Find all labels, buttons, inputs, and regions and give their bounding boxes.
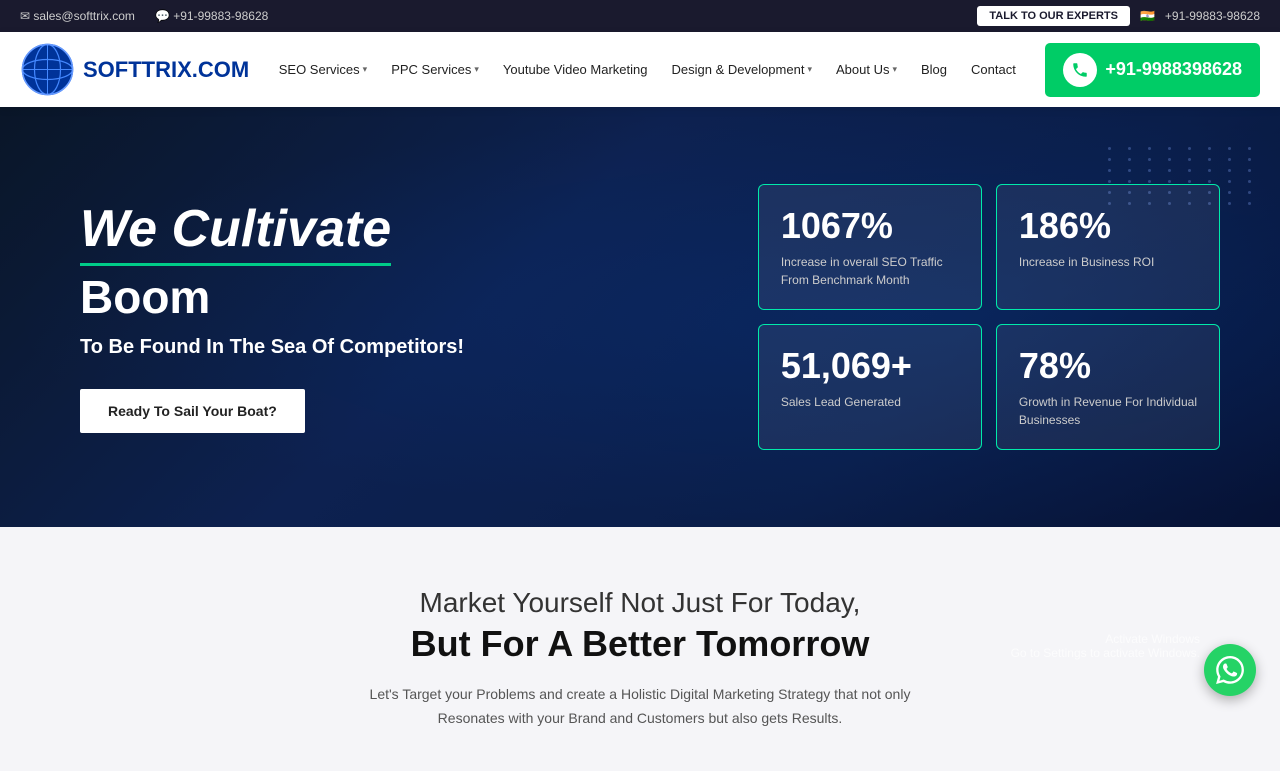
below-hero-section: Market Yourself Not Just For Today, But …: [0, 527, 1280, 771]
logo-text: SOFTTRIX.COM: [83, 57, 249, 83]
below-title-bold: But For A Better Tomorrow: [40, 623, 1240, 665]
hero-title-boom: Boom: [80, 270, 718, 324]
chevron-down-icon: ▾: [807, 64, 812, 75]
top-bar: ✉ sales@softtrix.com 💬 +91-99883-98628 T…: [0, 0, 1280, 32]
stat-card-leads: 51,069+ Sales Lead Generated: [758, 324, 982, 450]
hero-section: We Cultivate Boom To Be Found In The Sea…: [0, 107, 1280, 527]
hero-subtitle: To Be Found In The Sea Of Competitors!: [80, 336, 718, 359]
logo-globe-icon: [20, 42, 75, 97]
flag-icon: 🇮🇳: [1140, 9, 1155, 23]
below-title-light: Market Yourself Not Just For Today,: [40, 587, 1240, 619]
top-bar-right: TALK TO OUR EXPERTS 🇮🇳 +91-99883-98628: [977, 6, 1260, 26]
nav-link-blog[interactable]: Blog: [911, 54, 957, 85]
stat-number-revenue: 78%: [1019, 345, 1197, 387]
below-description: Let's Target your Problems and create a …: [340, 683, 940, 731]
stat-label-revenue: Growth in Revenue For Individual Busines…: [1019, 395, 1197, 427]
nav-item-seo[interactable]: SEO Services ▾: [269, 54, 377, 85]
chevron-down-icon: ▾: [892, 64, 897, 75]
navbar: SOFTTRIX.COM SEO Services ▾ PPC Services…: [0, 32, 1280, 107]
phone-svg-icon: [1071, 61, 1089, 79]
nav-item-contact[interactable]: Contact: [961, 54, 1026, 85]
nav-item-blog[interactable]: Blog: [911, 54, 957, 85]
nav-item-youtube[interactable]: Youtube Video Marketing: [493, 54, 658, 85]
stat-card-seo-traffic: 1067% Increase in overall SEO Traffic Fr…: [758, 184, 982, 310]
whatsapp-icon: [1216, 656, 1244, 684]
nav-links: SEO Services ▾ PPC Services ▾ Youtube Vi…: [269, 54, 1026, 85]
stat-label-roi: Increase in Business ROI: [1019, 255, 1154, 269]
stat-label-leads: Sales Lead Generated: [781, 395, 901, 409]
nav-link-youtube[interactable]: Youtube Video Marketing: [493, 54, 658, 85]
stat-number-leads: 51,069+: [781, 345, 959, 387]
hero-cta-button[interactable]: Ready To Sail Your Boat?: [80, 389, 305, 433]
nav-link-contact[interactable]: Contact: [961, 54, 1026, 85]
hero-title-cultivate: We Cultivate: [80, 201, 391, 265]
phone-cta-button[interactable]: +91-9988398628: [1045, 43, 1260, 97]
stat-number-roi: 186%: [1019, 205, 1197, 247]
email-icon: ✉: [20, 9, 33, 23]
whatsapp-float-button[interactable]: [1204, 644, 1256, 696]
phone-cta-icon: [1063, 53, 1097, 87]
talk-to-experts-button[interactable]: TALK TO OUR EXPERTS: [977, 6, 1130, 26]
nav-link-ppc[interactable]: PPC Services ▾: [381, 54, 489, 85]
hero-stats-grid: 1067% Increase in overall SEO Traffic Fr…: [758, 184, 1220, 450]
nav-item-about[interactable]: About Us ▾: [826, 54, 907, 85]
stat-card-revenue: 78% Growth in Revenue For Individual Bus…: [996, 324, 1220, 450]
logo[interactable]: SOFTTRIX.COM: [20, 42, 249, 97]
nav-item-design[interactable]: Design & Development ▾: [661, 54, 822, 85]
top-bar-left: ✉ sales@softtrix.com 💬 +91-99883-98628: [20, 9, 268, 23]
nav-link-design[interactable]: Design & Development ▾: [661, 54, 822, 85]
chevron-down-icon: ▾: [363, 64, 368, 75]
whatsapp-icon-top: 💬: [155, 9, 173, 23]
phone-contact[interactable]: 💬 +91-99883-98628: [155, 9, 268, 23]
stat-card-roi: 186% Increase in Business ROI: [996, 184, 1220, 310]
email-contact[interactable]: ✉ sales@softtrix.com: [20, 9, 135, 23]
stat-label-seo: Increase in overall SEO Traffic From Ben…: [781, 255, 943, 287]
chevron-down-icon: ▾: [474, 64, 479, 75]
top-bar-phone: +91-99883-98628: [1165, 9, 1260, 23]
hero-title: We Cultivate Boom: [80, 201, 718, 323]
hero-left: We Cultivate Boom To Be Found In The Sea…: [80, 201, 718, 432]
nav-link-seo[interactable]: SEO Services ▾: [269, 54, 377, 85]
stat-number-seo: 1067%: [781, 205, 959, 247]
nav-link-about[interactable]: About Us ▾: [826, 54, 907, 85]
nav-item-ppc[interactable]: PPC Services ▾: [381, 54, 489, 85]
